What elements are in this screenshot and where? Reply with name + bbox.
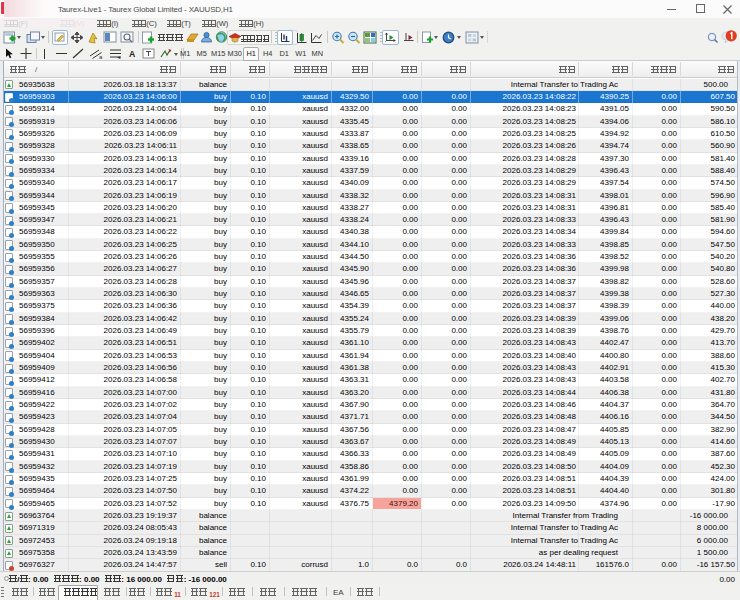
svg-text:a: a <box>99 54 103 60</box>
